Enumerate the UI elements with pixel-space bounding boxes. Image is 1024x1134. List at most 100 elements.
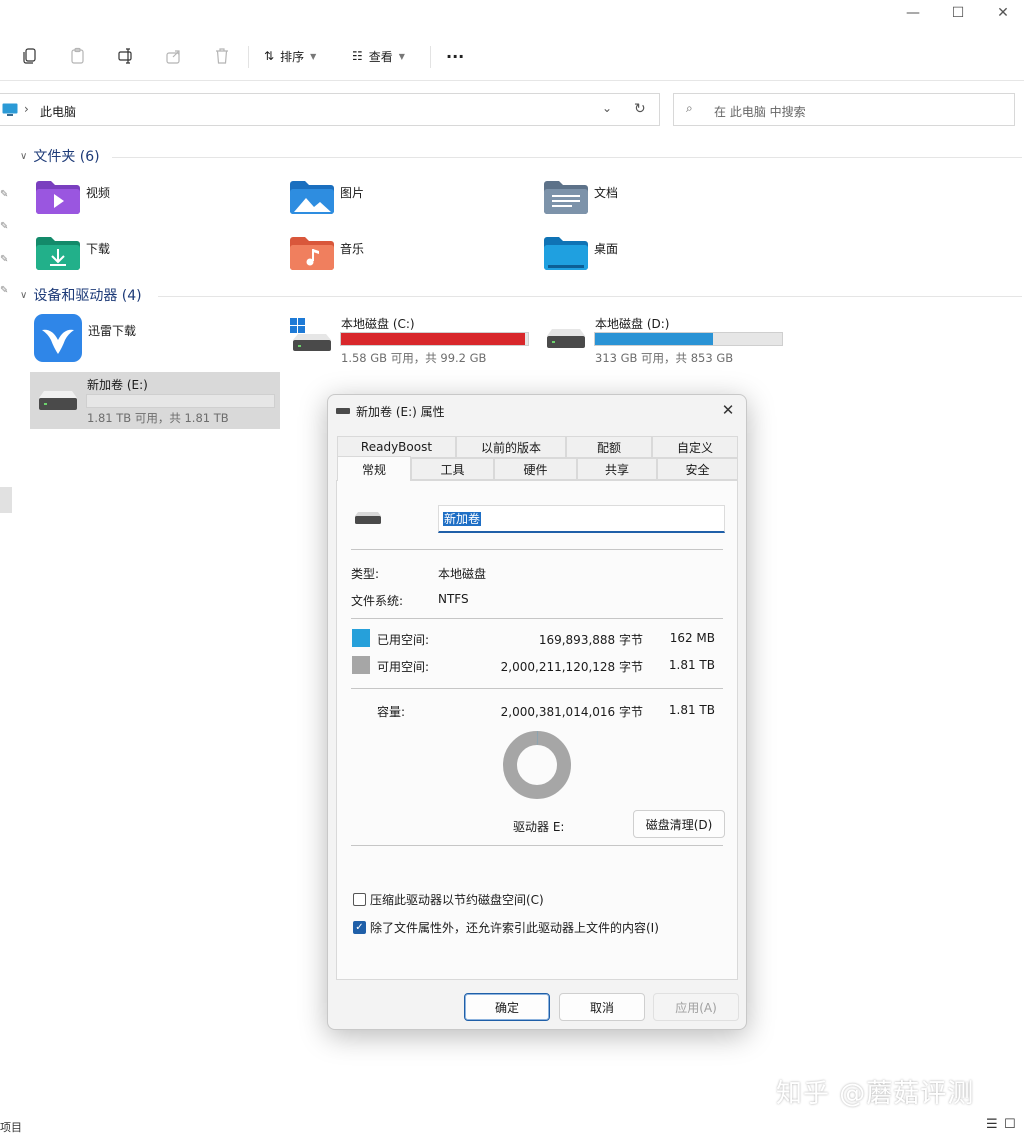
drive-space-info: 313 GB 可用，共 853 GB <box>595 351 734 365</box>
search-box[interactable]: ⌕ 在 此电脑 中搜索 <box>673 93 1015 126</box>
folder-videos[interactable]: 视频 <box>36 180 276 224</box>
documents-folder-icon <box>544 180 588 217</box>
address-bar[interactable]: › 此电脑 ⌄ ↻ <box>0 93 660 126</box>
general-tab-panel: 新加卷 类型: 本地磁盘 文件系统: NTFS 已用空间: 169,893,88… <box>336 480 738 980</box>
breadcrumb-this-pc[interactable]: 此电脑 <box>40 103 76 120</box>
music-folder-icon <box>290 236 334 273</box>
copy-icon[interactable] <box>18 44 42 68</box>
this-pc-icon <box>2 103 18 120</box>
tab-readyboost[interactable]: ReadyBoost <box>337 436 456 458</box>
hard-drive-icon <box>544 328 586 350</box>
index-label: 除了文件属性外，还允许索引此驱动器上文件的内容(I) <box>370 921 659 935</box>
maximize-icon: ☐ <box>951 5 965 21</box>
drive-c[interactable]: 本地磁盘 (C:) 1.58 GB 可用，共 99.2 GB <box>290 314 540 365</box>
share-icon[interactable] <box>162 44 186 68</box>
search-input[interactable]: 在 此电脑 中搜索 <box>714 103 806 120</box>
toolbar-separator <box>248 46 249 68</box>
view-menu-button[interactable]: ☷ 查看 ▼ <box>352 44 405 68</box>
section-divider <box>112 157 1022 158</box>
address-history-chevron-icon[interactable]: ⌄ <box>602 101 612 115</box>
button-label: 确定 <box>494 1000 519 1015</box>
disk-cleanup-button[interactable]: 磁盘清理(D) <box>633 810 725 838</box>
paste-icon[interactable] <box>66 44 90 68</box>
cancel-button[interactable]: 取消 <box>559 993 645 1021</box>
watermark-text: 知乎 @蘑菇评测 <box>776 1079 975 1109</box>
drive-name: 本地磁盘 (D:) <box>595 317 670 331</box>
tab-sharing[interactable]: 共享 <box>577 458 657 480</box>
minimize-button[interactable]: — <box>890 2 936 24</box>
tab-general[interactable]: 常规 <box>337 456 411 481</box>
filesystem-value: NTFS <box>438 592 469 606</box>
delete-icon[interactable] <box>210 44 234 68</box>
nav-scrollbar-thumb[interactable] <box>0 487 12 513</box>
desktop-folder-icon <box>544 236 588 273</box>
compress-checkbox[interactable] <box>353 893 366 906</box>
folders-section-header[interactable]: ∨ 文件夹 (6) <box>20 146 100 166</box>
index-checkbox[interactable]: ✓ <box>353 921 366 934</box>
tiles-view-icon[interactable]: ☐ <box>1004 1117 1016 1132</box>
tab-previous-versions[interactable]: 以前的版本 <box>456 436 566 458</box>
close-window-button[interactable]: ✕ <box>980 2 1024 24</box>
divider <box>351 845 723 846</box>
drive-name: 新加卷 (E:) <box>87 378 148 392</box>
drive-d[interactable]: 本地磁盘 (D:) 313 GB 可用，共 853 GB <box>544 314 794 365</box>
folder-downloads[interactable]: 下载 <box>36 236 276 280</box>
sort-menu-button[interactable]: ⇅ 排序 ▼ <box>264 44 316 68</box>
hard-drive-icon <box>36 390 78 412</box>
apply-button[interactable]: 应用(A) <box>653 993 739 1021</box>
tab-hardware[interactable]: 硬件 <box>494 458 577 480</box>
tab-security[interactable]: 安全 <box>657 458 738 480</box>
folder-label: 文档 <box>594 186 619 200</box>
chevron-down-icon: ∨ <box>20 150 28 162</box>
free-space-label: 可用空间: <box>377 660 430 674</box>
folder-label: 音乐 <box>340 242 365 256</box>
folder-documents[interactable]: 文档 <box>544 180 784 224</box>
videos-folder-icon <box>36 180 80 217</box>
tab-quota[interactable]: 配额 <box>566 436 652 458</box>
dialog-close-button[interactable]: ✕ <box>716 399 740 421</box>
ok-button[interactable]: 确定 <box>464 993 550 1021</box>
maximize-button[interactable]: ☐ <box>935 2 981 24</box>
volume-name-text: 新加卷 <box>443 512 482 526</box>
pin-icon: ✎ <box>0 254 9 265</box>
sort-label: 排序 <box>280 49 305 64</box>
folder-desktop[interactable]: 桌面 <box>544 236 784 280</box>
drive-space-info: 1.81 TB 可用，共 1.81 TB <box>87 411 229 425</box>
volume-name-input[interactable]: 新加卷 <box>438 505 725 533</box>
refresh-icon[interactable]: ↻ <box>634 101 646 117</box>
rename-icon[interactable] <box>114 44 138 68</box>
disk-usage-donut <box>503 731 571 799</box>
drive-e-selected[interactable]: 新加卷 (E:) 1.81 TB 可用，共 1.81 TB <box>30 372 280 429</box>
properties-dialog: 新加卷 (E:) 属性 ✕ ReadyBoost 以前的版本 配额 自定义 常规… <box>327 394 747 1030</box>
pin-icon: ✎ <box>0 285 9 296</box>
button-label: 取消 <box>589 1000 614 1015</box>
folder-label: 图片 <box>340 186 365 200</box>
folder-music[interactable]: 音乐 <box>290 236 530 280</box>
divider <box>351 688 723 689</box>
free-space-bytes: 2,000,211,120,128 字节 <box>500 660 643 674</box>
used-space-swatch <box>352 629 370 647</box>
folder-label: 桌面 <box>594 242 619 256</box>
view-icon: ☷ <box>352 49 363 63</box>
folder-pictures[interactable]: 图片 <box>290 180 530 224</box>
used-space-bytes: 169,893,888 字节 <box>538 633 643 647</box>
details-view-icon[interactable]: ☰ <box>986 1117 998 1132</box>
status-bar: 项目 ☰ ☐ <box>0 1116 1024 1134</box>
tab-tools[interactable]: 工具 <box>411 458 494 480</box>
command-bar: ⇅ 排序 ▼ ☷ 查看 ▼ ··· <box>0 32 1024 80</box>
app-xunlei[interactable]: 迅雷下载 <box>34 314 274 364</box>
folder-label: 下载 <box>86 242 111 256</box>
downloads-folder-icon <box>36 236 80 273</box>
app-label: 迅雷下载 <box>88 324 137 338</box>
tab-label: 工具 <box>440 462 465 477</box>
devices-section-header[interactable]: ∨ 设备和驱动器 (4) <box>20 285 142 305</box>
devices-section-title: 设备和驱动器 (4) <box>33 288 142 304</box>
drive-usage-bar <box>340 332 529 346</box>
tab-customize[interactable]: 自定义 <box>652 436 738 458</box>
divider <box>351 618 723 619</box>
xunlei-app-icon <box>34 314 82 365</box>
capacity-human: 1.81 TB <box>668 703 715 717</box>
more-options-button[interactable]: ··· <box>446 44 464 68</box>
dialog-title: 新加卷 (E:) 属性 <box>356 404 445 419</box>
type-label: 类型: <box>351 567 380 581</box>
